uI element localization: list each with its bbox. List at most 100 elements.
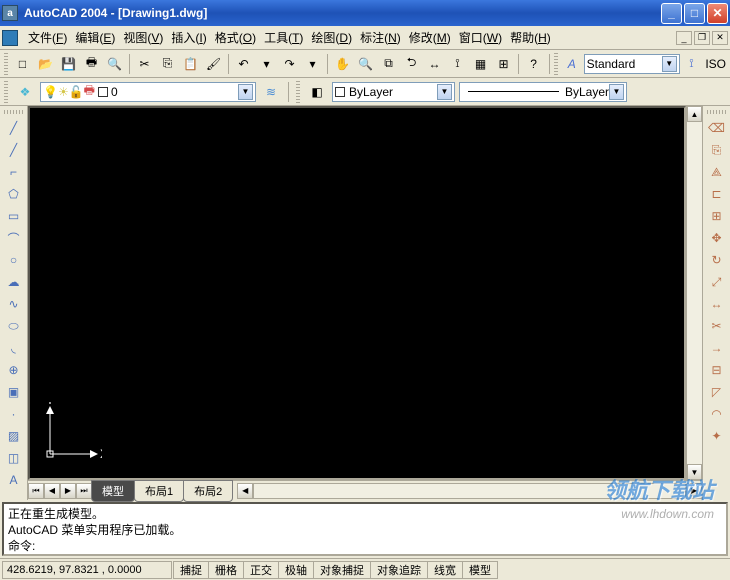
explode-icon[interactable]: ✦ (706, 425, 728, 447)
toolbar-grip[interactable] (707, 110, 727, 114)
scroll-up-icon[interactable]: ▲ (687, 106, 702, 122)
menu-item-10[interactable]: 帮助(H) (506, 27, 555, 48)
tab-first-icon[interactable]: ⏮ (28, 483, 44, 499)
linetype-combo[interactable]: ByLayer ▼ (459, 82, 627, 102)
status-toggle-2[interactable]: 正交 (243, 561, 279, 579)
menu-item-4[interactable]: 格式(O) (211, 27, 260, 48)
menu-item-5[interactable]: 工具(T) (260, 27, 307, 48)
menu-item-2[interactable]: 视图(V) (119, 27, 167, 48)
arc-icon[interactable]: ⌒ (3, 227, 25, 249)
dist-icon[interactable]: ↔ (424, 53, 446, 75)
tab-last-icon[interactable]: ⏭ (76, 483, 92, 499)
menu-item-1[interactable]: 编辑(E) (71, 27, 119, 48)
matchprop-icon[interactable]: 🖌 (203, 53, 225, 75)
dropdown-arrow-icon[interactable]: ▼ (662, 56, 677, 72)
trim-icon[interactable]: ✂ (706, 315, 728, 337)
menu-item-8[interactable]: 修改(M) (405, 27, 455, 48)
mtext-icon[interactable]: A (3, 469, 25, 491)
status-toggle-4[interactable]: 对象捕捉 (313, 561, 371, 579)
revcloud-icon[interactable]: ☁ (3, 271, 25, 293)
dc-icon[interactable]: ⊞ (493, 53, 515, 75)
layout-tab-2[interactable]: 布局2 (183, 480, 233, 502)
redo-icon[interactable]: ↷ (279, 53, 301, 75)
maximize-button[interactable]: □ (684, 3, 705, 24)
erase-icon[interactable]: ⌫ (706, 117, 728, 139)
region-icon[interactable]: ◫ (3, 447, 25, 469)
redo-drop-icon[interactable]: ▾ (302, 53, 324, 75)
command-window[interactable]: 正在重生成模型。AutoCAD 菜单实用程序已加载。命令: (2, 502, 728, 556)
status-toggle-5[interactable]: 对象追踪 (370, 561, 428, 579)
status-toggle-0[interactable]: 捕捉 (173, 561, 209, 579)
block-icon[interactable]: ▣ (3, 381, 25, 403)
dropdown-arrow-icon[interactable]: ▼ (609, 84, 624, 100)
undo-icon[interactable]: ↶ (233, 53, 255, 75)
ellipsearc-icon[interactable]: ◟ (3, 337, 25, 359)
offset-icon[interactable]: ⊏ (706, 183, 728, 205)
qdim-icon[interactable]: ⟟ (447, 53, 469, 75)
polygon-icon[interactable]: ⬠ (3, 183, 25, 205)
point-icon[interactable]: · (3, 403, 25, 425)
layer-combo[interactable]: 💡☀🔓🖶 0 ▼ (40, 82, 256, 102)
mdi-close-button[interactable]: ✕ (712, 31, 728, 45)
horizontal-scrollbar[interactable]: ◀ ▶ (237, 483, 702, 499)
extend-icon[interactable]: → (706, 337, 728, 359)
status-toggle-7[interactable]: 模型 (462, 561, 498, 579)
mdi-restore-button[interactable]: ❐ (694, 31, 710, 45)
dimstyle-icon[interactable]: ⟟ (682, 53, 702, 75)
textstyle-icon[interactable]: A (562, 53, 582, 75)
close-button[interactable]: ✕ (707, 3, 728, 24)
zoomprev-icon[interactable]: ⮌ (401, 53, 423, 75)
spline-icon[interactable]: ∿ (3, 293, 25, 315)
textstyle-combo[interactable]: Standard ▼ (584, 54, 680, 74)
toolbar-grip[interactable] (4, 81, 8, 103)
scroll-left-icon[interactable]: ◀ (237, 483, 253, 499)
pan-icon[interactable]: ✋ (332, 53, 354, 75)
acad-logo-icon[interactable] (2, 30, 18, 46)
mirror-icon[interactable]: ⟁ (706, 161, 728, 183)
undo-drop-icon[interactable]: ▾ (256, 53, 278, 75)
layout-tab-0[interactable]: 模型 (91, 480, 135, 502)
layout-tab-1[interactable]: 布局1 (134, 480, 184, 502)
open-icon[interactable]: 📂 (35, 53, 57, 75)
hatch-icon[interactable]: ▨ (3, 425, 25, 447)
copy-obj-icon[interactable]: ⎘ (706, 139, 728, 161)
save-icon[interactable]: 💾 (58, 53, 80, 75)
minimize-button[interactable]: _ (661, 3, 682, 24)
toolbar-grip[interactable] (296, 81, 300, 103)
paste-icon[interactable]: 📋 (180, 53, 202, 75)
new-icon[interactable]: □ (12, 53, 34, 75)
array-icon[interactable]: ⊞ (706, 205, 728, 227)
zoomwin-icon[interactable]: ⧉ (378, 53, 400, 75)
help-icon[interactable]: ? (523, 53, 545, 75)
ellipse-icon[interactable]: ⬭ (3, 315, 25, 337)
scroll-down-icon[interactable]: ▼ (687, 464, 702, 480)
rotate-icon[interactable]: ↻ (706, 249, 728, 271)
scale-icon[interactable]: ⤢ (706, 271, 728, 293)
menu-item-0[interactable]: 文件(F) (24, 27, 71, 48)
vertical-scrollbar[interactable]: ▲ ▼ (686, 106, 702, 480)
color-control-icon[interactable]: ◧ (306, 81, 328, 103)
layer-prev-icon[interactable]: ≋ (260, 81, 282, 103)
toolbar-grip[interactable] (554, 53, 558, 75)
stretch-icon[interactable]: ↔ (706, 293, 728, 315)
properties-icon[interactable]: ▦ (470, 53, 492, 75)
tab-next-icon[interactable]: ▶ (60, 483, 76, 499)
xline-icon[interactable]: ╱ (3, 139, 25, 161)
toolbar-grip[interactable] (4, 110, 24, 114)
menu-item-6[interactable]: 绘图(D) (307, 27, 356, 48)
copy-icon[interactable]: ⎘ (157, 53, 179, 75)
preview-icon[interactable]: 🔍 (104, 53, 126, 75)
coordinates-display[interactable]: 428.6219, 97.8321 , 0.0000 (2, 561, 172, 579)
scroll-right-icon[interactable]: ▶ (686, 483, 702, 499)
color-combo[interactable]: ByLayer ▼ (332, 82, 455, 102)
status-toggle-3[interactable]: 极轴 (278, 561, 314, 579)
pline-icon[interactable]: ⌐ (3, 161, 25, 183)
line-icon[interactable]: ╱ (3, 117, 25, 139)
status-toggle-1[interactable]: 栅格 (208, 561, 244, 579)
circle-icon[interactable]: ○ (3, 249, 25, 271)
menu-item-7[interactable]: 标注(N) (356, 27, 405, 48)
menu-item-3[interactable]: 插入(I) (167, 27, 210, 48)
tab-prev-icon[interactable]: ◀ (44, 483, 60, 499)
insert-icon[interactable]: ⊕ (3, 359, 25, 381)
menu-item-9[interactable]: 窗口(W) (455, 27, 506, 48)
